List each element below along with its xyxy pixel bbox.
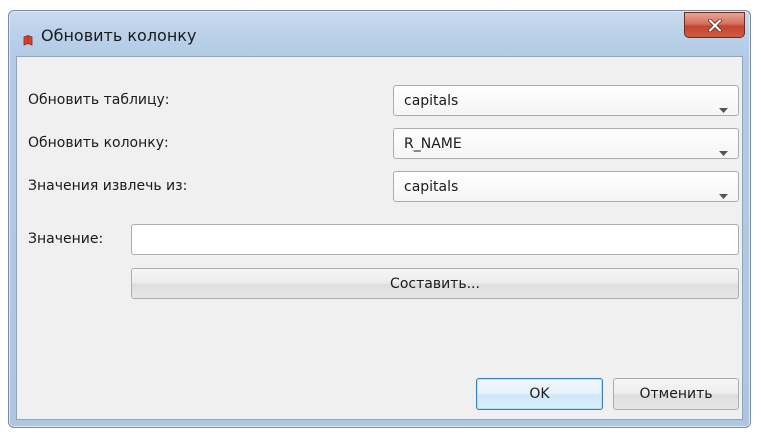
values-from-value: capitals <box>404 179 459 195</box>
app-icon <box>23 31 33 46</box>
value-input[interactable] <box>131 224 739 255</box>
values-from-select[interactable]: capitals <box>393 171 739 202</box>
chevron-down-icon <box>719 98 728 117</box>
window-title: Обновить колонку <box>41 26 197 45</box>
value-label: Значение: <box>28 231 104 247</box>
update-column-select[interactable]: R_NAME <box>393 128 739 159</box>
update-table-select[interactable]: capitals <box>393 85 739 116</box>
dialog-body: Обновить таблицу: capitals Обновить коло… <box>16 56 743 420</box>
compose-button[interactable]: Составить... <box>131 268 739 299</box>
update-column-label: Обновить колонку: <box>28 135 169 151</box>
chevron-down-icon <box>719 141 728 160</box>
title-bar[interactable]: Обновить колонку <box>9 11 750 55</box>
update-column-value: R_NAME <box>404 136 462 152</box>
close-icon <box>707 18 722 32</box>
values-from-label: Значения извлечь из: <box>28 178 188 194</box>
cancel-button[interactable]: Отменить <box>613 378 739 410</box>
chevron-down-icon <box>719 184 728 203</box>
dialog-window: Обновить колонку Обновить таблицу: capit… <box>8 10 751 428</box>
ok-button[interactable]: OK <box>476 378 603 410</box>
update-table-value: capitals <box>404 93 459 109</box>
close-button[interactable] <box>684 12 745 38</box>
update-table-label: Обновить таблицу: <box>28 92 170 108</box>
